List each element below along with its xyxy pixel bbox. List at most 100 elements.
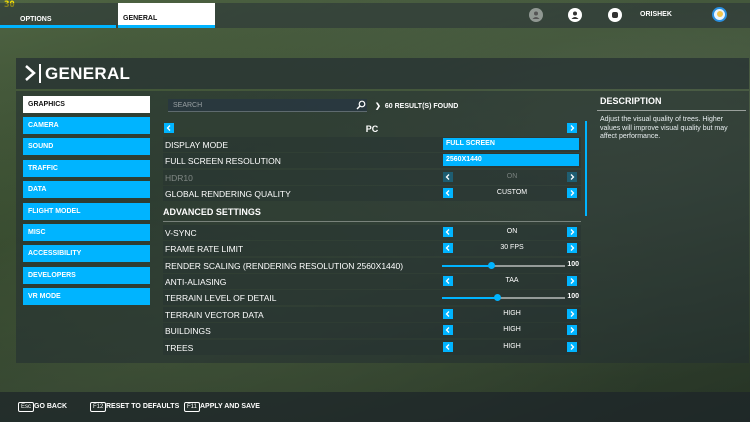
setting-terrain-vector-data[interactable]: TERRAIN VECTOR DATA HIGH — [163, 307, 581, 322]
setting-trees[interactable]: TREES HIGH — [163, 340, 581, 355]
next-platform-button[interactable] — [567, 123, 577, 133]
setting-label: FULL SCREEN RESOLUTION — [165, 156, 281, 166]
setting-label: FRAME RATE LIMIT — [165, 244, 244, 254]
display-mode-dropdown[interactable]: FULL SCREEN — [443, 138, 579, 150]
search-icon[interactable] — [356, 100, 366, 110]
prev-value-button[interactable] — [443, 309, 453, 319]
tab-options[interactable]: OPTIONS — [0, 3, 116, 28]
platform-selector: PC — [163, 121, 581, 135]
chevron-right-icon: ❯ — [375, 103, 381, 110]
setting-value: HIGH — [503, 310, 521, 317]
prev-value-button[interactable] — [443, 276, 453, 286]
next-value-button[interactable] — [567, 309, 577, 319]
sidebar-item-data[interactable]: DATA — [23, 181, 150, 198]
setting-global-quality[interactable]: GLOBAL RENDERING QUALITY CUSTOM — [163, 186, 581, 201]
next-value-button[interactable] — [567, 227, 577, 237]
setting-value: 30 FPS — [500, 244, 524, 251]
resolution-dropdown[interactable]: 2560X1440 — [443, 154, 579, 166]
f12-key-badge: F12 — [90, 402, 107, 412]
platform-label: PC — [365, 124, 379, 134]
sidebar-item-flight-model[interactable]: FLIGHT MODEL — [23, 203, 150, 220]
section-title: ADVANCED SETTINGS — [163, 207, 261, 217]
search-results-count: ❯ 60 RESULT(S) FOUND — [375, 99, 583, 112]
sidebar-item-misc[interactable]: MISC — [23, 224, 150, 241]
description-text: Adjust the visual quality of trees. High… — [600, 116, 728, 140]
search-input[interactable]: SEARCH — [168, 99, 367, 112]
setting-label: TERRAIN LEVEL OF DETAIL — [165, 293, 277, 303]
setting-terrain-lod[interactable]: TERRAIN LEVEL OF DETAIL 100 — [163, 290, 581, 305]
setting-label: RENDER SCALING (RENDERING RESOLUTION 256… — [165, 261, 404, 271]
page-header: GENERAL — [16, 58, 749, 89]
next-value-button — [567, 172, 577, 182]
tab-general-label: GENERAL — [123, 15, 158, 22]
setting-render-scaling[interactable]: RENDER SCALING (RENDERING RESOLUTION 256… — [163, 258, 581, 273]
setting-value: CUSTOM — [496, 189, 528, 196]
next-value-button[interactable] — [567, 188, 577, 198]
avatar[interactable] — [712, 7, 727, 22]
terrain-lod-slider[interactable] — [442, 294, 565, 301]
setting-label: GLOBAL RENDERING QUALITY — [165, 189, 291, 199]
setting-label: TERRAIN VECTOR DATA — [165, 310, 264, 320]
esc-key-badge: Esc — [18, 402, 35, 412]
render-scaling-slider[interactable] — [442, 262, 565, 269]
next-value-button[interactable] — [567, 243, 577, 253]
next-value-button[interactable] — [567, 325, 577, 335]
slider-fill — [442, 265, 492, 267]
prev-value-button[interactable] — [443, 325, 453, 335]
setting-vsync[interactable]: V-SYNC ON — [163, 225, 581, 240]
tab-underline — [0, 25, 116, 28]
results-text: 60 RESULT(S) FOUND — [384, 103, 459, 110]
slider-thumb[interactable] — [488, 262, 496, 269]
setting-label: ANTI-ALIASING — [165, 277, 227, 287]
prev-value-button[interactable] — [443, 188, 453, 198]
go-back-button[interactable]: GO BACK — [34, 403, 67, 410]
tab-underline — [118, 25, 215, 28]
slider-thumb[interactable] — [494, 294, 502, 301]
setting-hdr10: HDR10 ON — [163, 170, 581, 185]
reset-defaults-button[interactable]: RESET TO DEFAULTS — [106, 403, 179, 410]
slider-fill — [442, 297, 498, 299]
next-value-button[interactable] — [567, 342, 577, 352]
prev-value-button[interactable] — [443, 243, 453, 253]
sidebar-item-traffic[interactable]: TRAFFIC — [23, 160, 150, 177]
friends-icon[interactable] — [529, 8, 543, 22]
setting-value: TAA — [505, 277, 519, 284]
setting-label: BUILDINGS — [165, 326, 211, 336]
description-divider — [597, 110, 746, 111]
setting-value: ON — [506, 173, 518, 180]
prev-value-button[interactable] — [443, 342, 453, 352]
setting-label: HDR10 — [165, 173, 193, 183]
slider-value: 100 — [567, 293, 579, 300]
sidebar-item-graphics[interactable]: GRAPHICS — [23, 96, 150, 113]
setting-display-mode[interactable]: DISPLAY MODE FULL SCREEN — [163, 137, 581, 152]
setting-label: DISPLAY MODE — [165, 140, 228, 150]
sidebar-item-camera[interactable]: CAMERA — [23, 117, 150, 134]
settings-scrollbar[interactable] — [585, 121, 587, 216]
setting-value: HIGH — [503, 326, 521, 333]
setting-frame-rate-limit[interactable]: FRAME RATE LIMIT 30 FPS — [163, 241, 581, 256]
page-title: GENERAL — [45, 64, 131, 83]
tab-options-label: OPTIONS — [20, 16, 52, 23]
next-value-button[interactable] — [567, 276, 577, 286]
section-divider — [163, 221, 581, 222]
sidebar-item-developers[interactable]: DEVELOPERS — [23, 267, 150, 284]
profile-icon[interactable] — [568, 8, 582, 22]
sidebar-item-sound[interactable]: SOUND — [23, 138, 150, 155]
header-divider — [39, 64, 41, 83]
sidebar-item-accessibility[interactable]: ACCESSIBILITY — [23, 245, 150, 262]
setting-value: HIGH — [503, 343, 521, 350]
description-title: DESCRIPTION — [600, 96, 662, 106]
sidebar-item-vr-mode[interactable]: VR MODE — [23, 288, 150, 305]
setting-label: TREES — [165, 343, 194, 353]
setting-anti-aliasing[interactable]: ANTI-ALIASING TAA — [163, 274, 581, 289]
setting-buildings[interactable]: BUILDINGS HIGH — [163, 323, 581, 338]
tab-general[interactable]: GENERAL — [118, 3, 215, 28]
setting-label: V-SYNC — [165, 228, 197, 238]
setting-resolution[interactable]: FULL SCREEN RESOLUTION 2560X1440 — [163, 153, 581, 168]
chevron-right-icon — [25, 65, 36, 81]
prev-value-button[interactable] — [443, 227, 453, 237]
setting-value: ON — [506, 228, 518, 235]
apply-save-button[interactable]: APPLY AND SAVE — [200, 403, 260, 410]
account-icon[interactable] — [608, 8, 622, 22]
f11-key-badge: F11 — [184, 402, 200, 412]
